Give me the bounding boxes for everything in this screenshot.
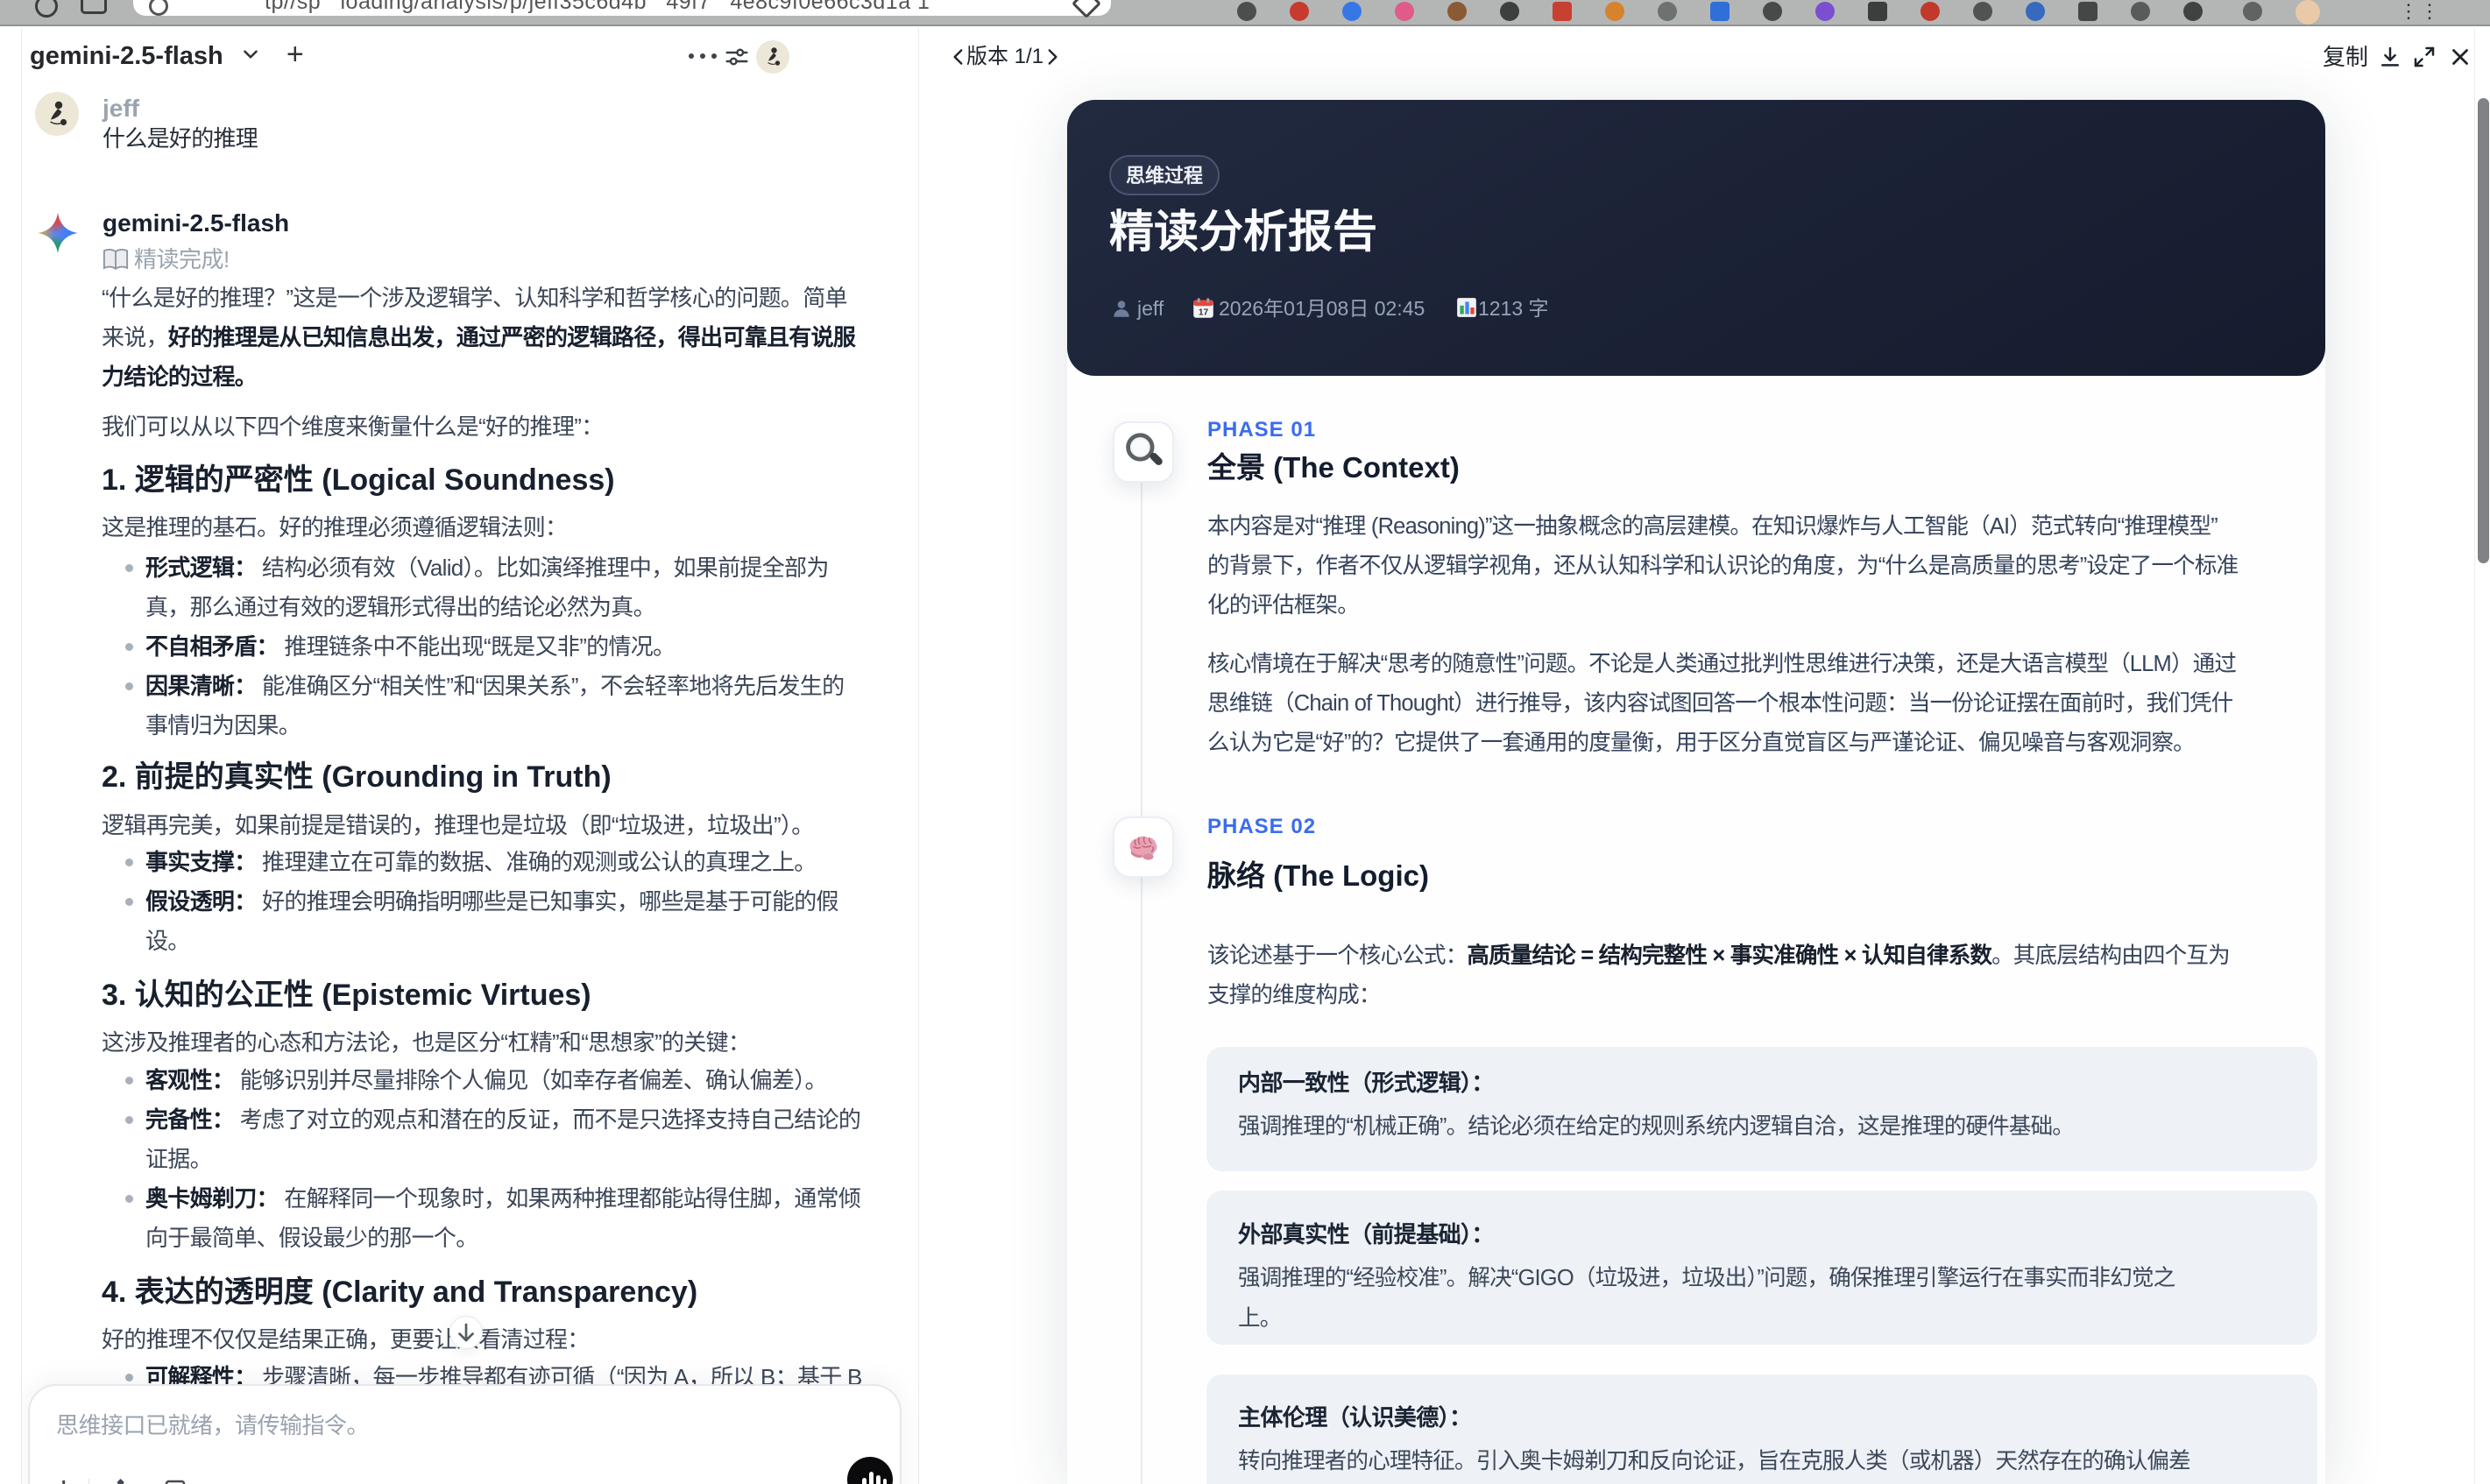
svg-text:17: 17 xyxy=(1199,307,1209,317)
